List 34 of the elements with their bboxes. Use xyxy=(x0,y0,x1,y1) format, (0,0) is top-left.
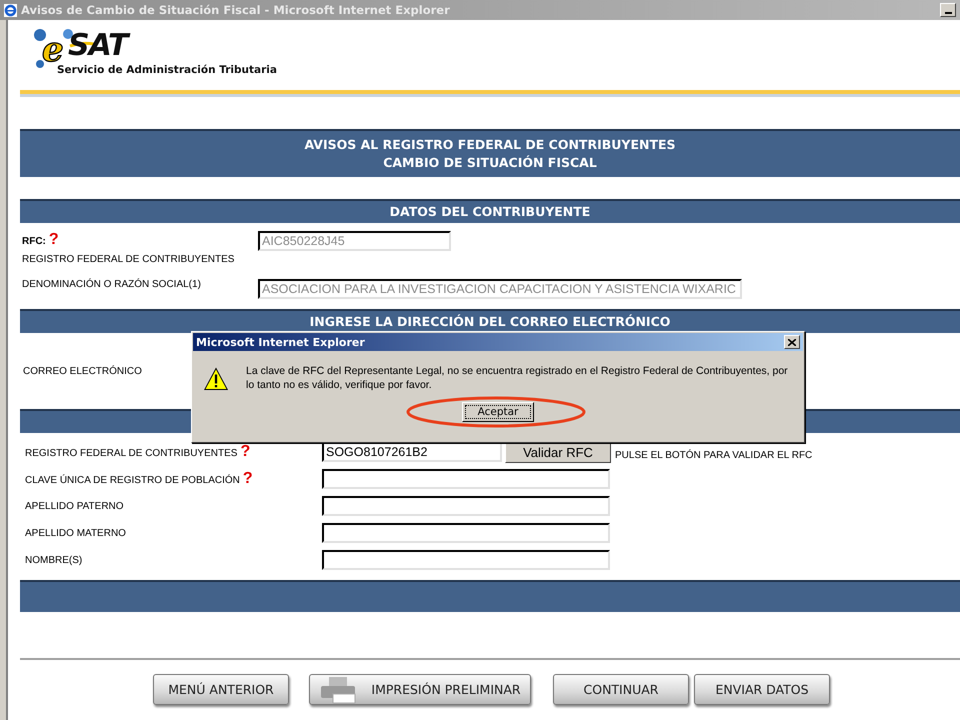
help-icon[interactable]: ? xyxy=(240,443,250,461)
banner-title: AVISOS AL REGISTRO FEDERAL DE CONTRIBUYENTES xyxy=(304,136,676,154)
dialog-title: Microsoft Internet Explorer xyxy=(196,336,365,348)
form-label: NOMBRE(S) xyxy=(25,554,82,566)
help-icon[interactable]: ? xyxy=(48,231,59,249)
minimize-button[interactable] xyxy=(940,3,956,17)
form-label: APELLIDO MATERNO xyxy=(25,528,126,538)
banner-title: CAMBIO DE SITUACIÓN FISCAL xyxy=(383,154,597,172)
form-label: CLAVE ÚNICA DE REGISTRO DE POBLACIÓN xyxy=(25,475,240,486)
text-field[interactable] xyxy=(322,550,610,570)
nav-button[interactable]: ENVIAR DATOS xyxy=(694,674,830,705)
accept-button[interactable]: Aceptar xyxy=(462,402,534,422)
dialog-message: La clave de RFC del Representante Legal, no se encuentra registrado en el Registro Federal de Contribuyentes, por lo tanto no es válido, verifique por favor. xyxy=(246,364,789,393)
text-field[interactable] xyxy=(322,469,610,489)
print-preview-button[interactable]: IMPRESIÓN PRELIMINAR xyxy=(309,674,531,705)
text-field[interactable] xyxy=(322,523,610,543)
form-label: APELLIDO PATERNO xyxy=(25,500,124,512)
rfc-sublabel: REGISTRO FEDERAL DE CONTRIBUYENTES xyxy=(22,254,234,265)
nav-button[interactable]: MENÚ ANTERIOR xyxy=(153,674,289,705)
text-field[interactable] xyxy=(322,496,610,516)
text-field[interactable]: SOGO8107261B2 xyxy=(322,442,502,462)
close-icon xyxy=(788,338,796,346)
rfc-label: RFC: xyxy=(22,236,46,247)
razon-social-label: DENOMINACIÓN O RAZÓN SOCIAL(1) xyxy=(22,279,202,292)
browser-icon xyxy=(4,4,17,16)
close-button[interactable] xyxy=(784,335,800,349)
hint-text: PULSE EL BOTÓN PARA VALIDAR EL RFC xyxy=(615,450,812,460)
section-title: INGRESE LA DIRECCIÓN DEL CORREO ELECTRÓNICO xyxy=(310,313,670,331)
nav-button[interactable]: CONTINUAR xyxy=(553,674,689,705)
help-icon[interactable]: ? xyxy=(242,470,253,488)
form-label: REGISTRO FEDERAL DE CONTRIBUYENTES xyxy=(25,448,238,459)
section-title: DATOS DEL CONTRIBUYENTE xyxy=(390,203,590,221)
email-label: CORREO ELECTRÓNICO xyxy=(23,366,142,376)
window-title: Avisos de Cambio de Situación Fiscal - Microsoft Internet Explorer xyxy=(21,3,451,17)
